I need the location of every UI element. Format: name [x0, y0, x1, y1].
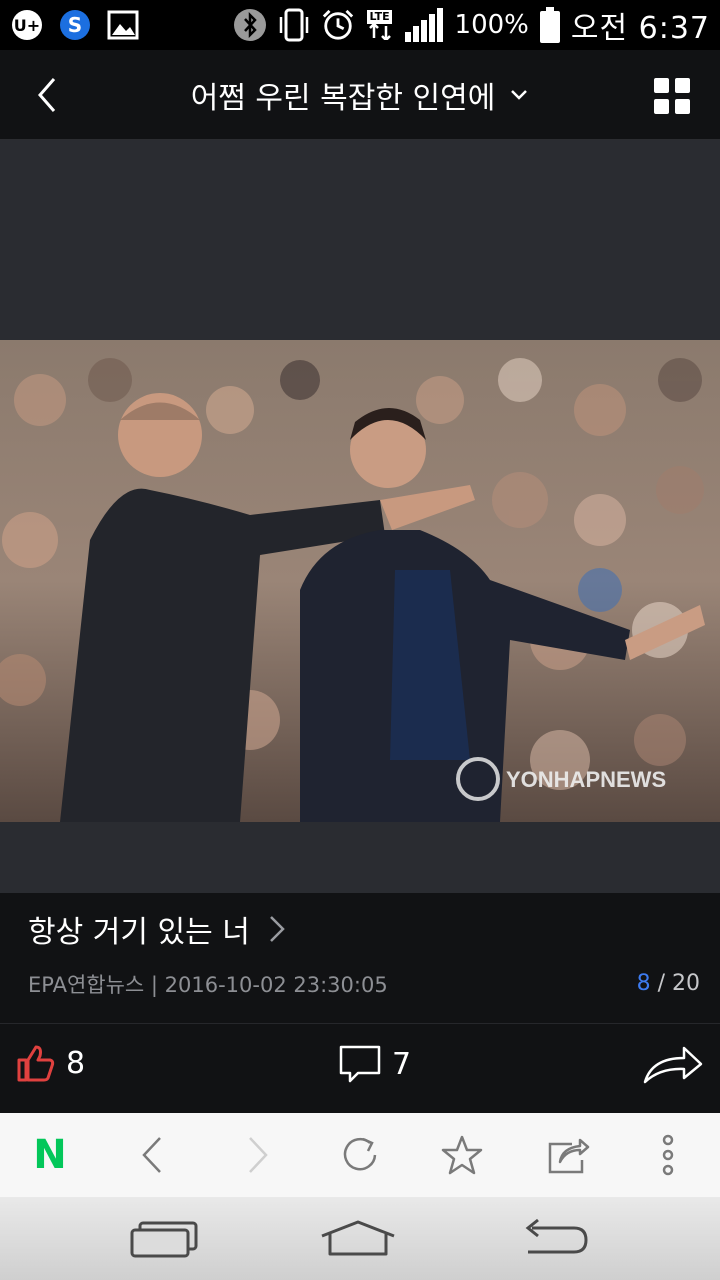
- chevron-left-icon: [38, 78, 56, 112]
- battery-percent: 100%: [454, 10, 529, 40]
- naver-n-logo: N: [33, 1132, 67, 1178]
- signal-icon: [404, 8, 445, 42]
- photo-viewer[interactable]: YONHAPNEWS: [0, 140, 720, 893]
- comment-icon: [339, 1045, 381, 1083]
- article-link[interactable]: 항상 거기 있는 너: [28, 907, 286, 951]
- news-photo[interactable]: YONHAPNEWS: [0, 340, 720, 822]
- lte-icon: LTE: [365, 8, 395, 42]
- home-icon: [321, 1220, 395, 1256]
- back-arrow-icon: [525, 1218, 588, 1254]
- back-button[interactable]: [24, 72, 70, 118]
- browser-share-button[interactable]: [546, 1133, 590, 1177]
- chevron-right-icon: [269, 916, 285, 942]
- bluetooth-icon: [233, 8, 267, 42]
- recent-apps-icon: [130, 1221, 198, 1258]
- recent-apps-button[interactable]: [124, 1215, 204, 1261]
- system-nav-bar: [0, 1197, 720, 1280]
- naver-home-button[interactable]: N: [28, 1132, 72, 1178]
- action-bar: 8 7: [0, 1023, 720, 1113]
- like-count: 8: [66, 1045, 86, 1081]
- total-count: 20: [672, 971, 700, 996]
- chevron-left-icon: [142, 1137, 161, 1173]
- like-button[interactable]: 8: [16, 1044, 85, 1082]
- browser-toolbar: N: [0, 1113, 720, 1197]
- thumbs-up-icon: [17, 1045, 55, 1082]
- app-header: 어쩜 우린 복잡한 인연에: [0, 50, 720, 140]
- svg-text:S: S: [68, 13, 82, 37]
- alarm-icon: [321, 8, 355, 42]
- more-menu-button[interactable]: [646, 1133, 690, 1177]
- counter-separator: /: [650, 971, 672, 996]
- clock: 오전 6:37: [570, 11, 710, 46]
- s-icon: S: [58, 8, 92, 42]
- more-vertical-icon: [662, 1134, 674, 1176]
- browser-back-button[interactable]: [130, 1133, 174, 1177]
- photo-caption: 항상 거기 있는 너 EPA연합뉴스 | 2016-10-02 23:30:05…: [0, 893, 720, 1023]
- grid-icon: [654, 78, 669, 93]
- page-title: 어쩜 우린 복잡한 인연에: [190, 80, 496, 116]
- reload-button[interactable]: [338, 1133, 382, 1177]
- photo-counter: 8 / 20: [637, 971, 700, 996]
- gallery-icon: [106, 8, 140, 42]
- album-title-dropdown[interactable]: 어쩜 우린 복잡한 인연에: [191, 73, 530, 117]
- photo-watermark: YONHAPNEWS: [506, 767, 666, 792]
- vibrate-icon: [277, 8, 311, 42]
- star-icon: [441, 1135, 483, 1175]
- svg-text:U+: U+: [14, 16, 40, 35]
- caption-title: 항상 거기 있는 너: [28, 915, 250, 950]
- comment-count: 7: [392, 1046, 412, 1082]
- share-arrow-icon: [643, 1046, 703, 1084]
- grid-view-button[interactable]: [654, 78, 690, 114]
- home-button[interactable]: [318, 1215, 398, 1261]
- system-back-button[interactable]: [514, 1215, 594, 1261]
- u-plus-icon: U+: [10, 8, 44, 42]
- browser-forward-button[interactable]: [236, 1133, 280, 1177]
- share-box-icon: [548, 1138, 590, 1174]
- chevron-down-icon: [511, 89, 528, 100]
- caption-meta: EPA연합뉴스 | 2016-10-02 23:30:05: [28, 973, 388, 997]
- bookmark-button[interactable]: [440, 1133, 484, 1177]
- comment-button[interactable]: 7: [338, 1044, 411, 1084]
- refresh-icon: [343, 1137, 377, 1171]
- battery-icon: [539, 7, 561, 43]
- current-index: 8: [636, 971, 651, 996]
- status-bar: U+ S LTE 100% 오전 6:37: [0, 0, 720, 50]
- share-button[interactable]: [642, 1044, 704, 1086]
- chevron-right-icon: [249, 1137, 268, 1173]
